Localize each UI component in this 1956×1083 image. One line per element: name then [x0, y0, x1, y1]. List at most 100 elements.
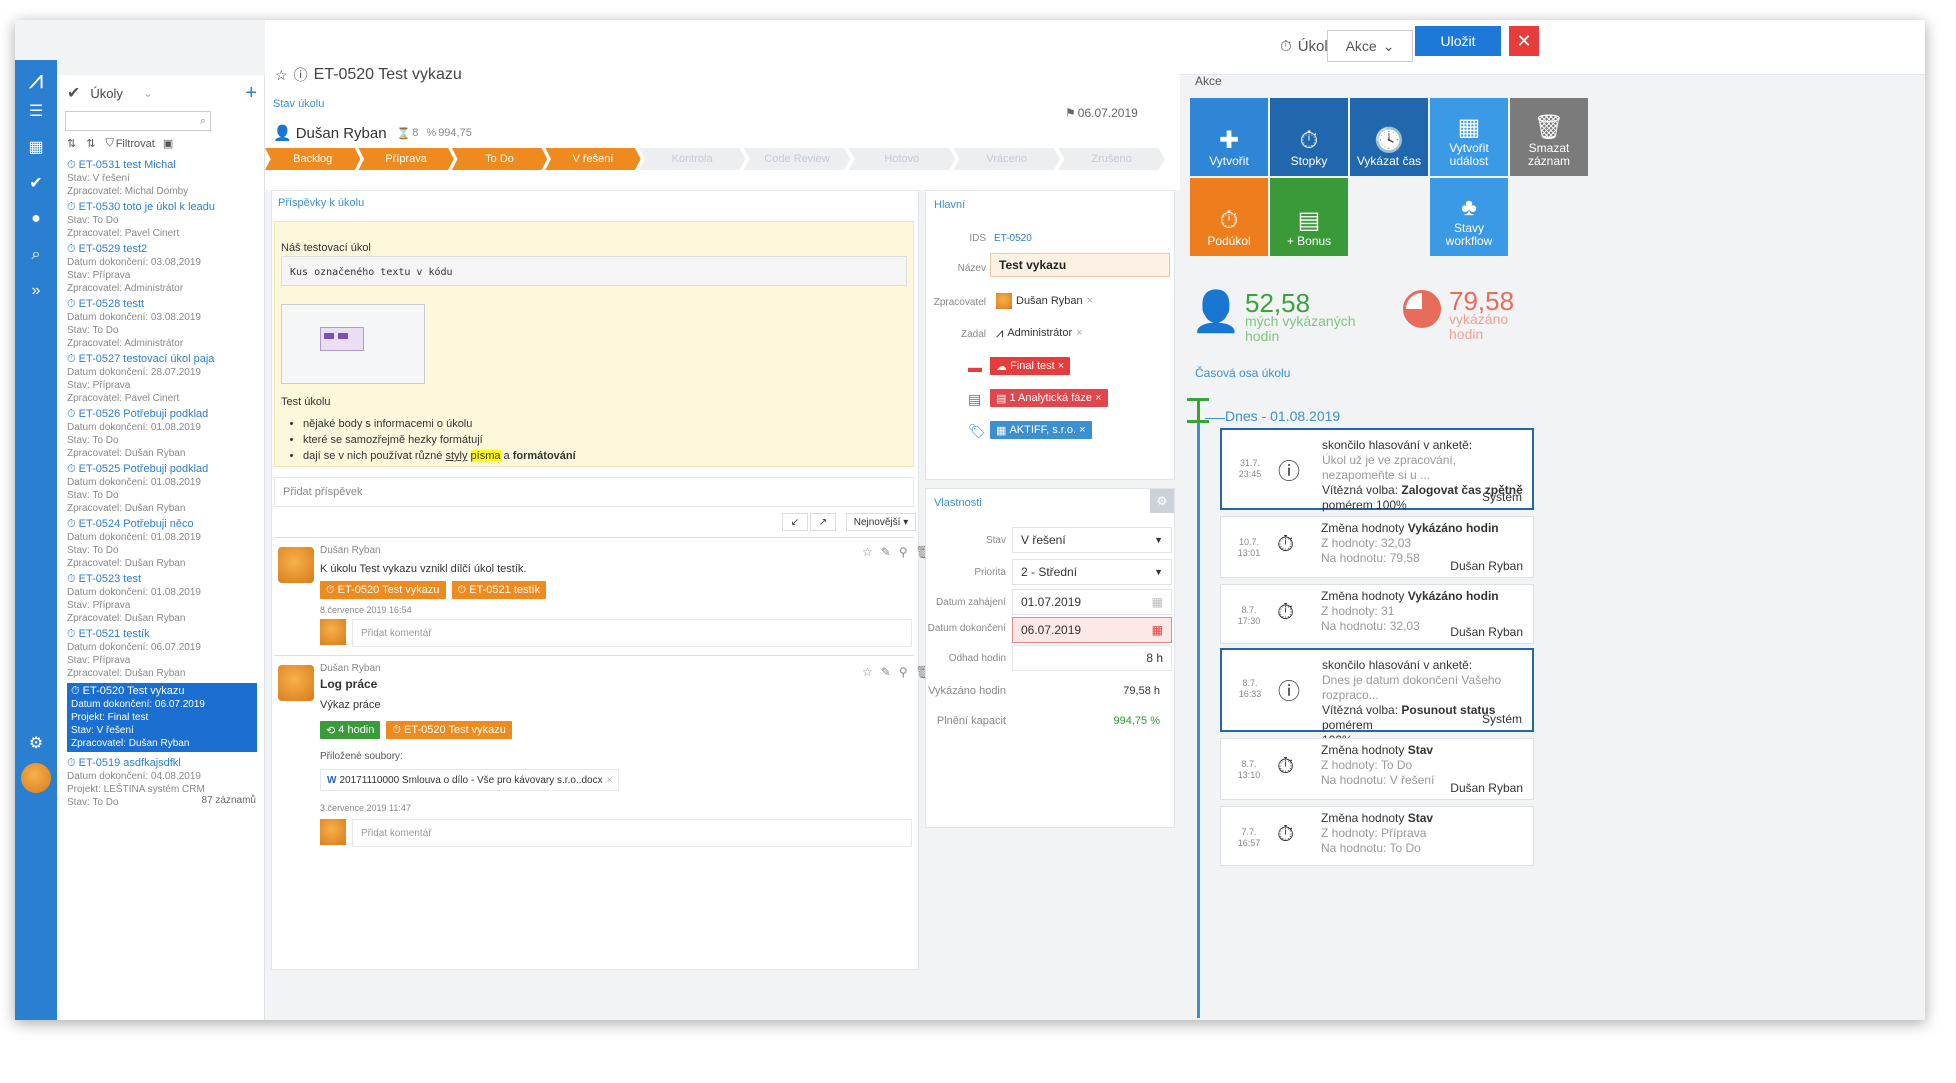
bonus-action[interactable]: ▤ + Bonus — [1270, 178, 1348, 256]
create-action[interactable]: ✚ Vytvořit — [1190, 98, 1268, 176]
status-select[interactable]: V řešení ▼ — [1012, 527, 1172, 553]
stage-2[interactable]: Příprava — [358, 148, 454, 170]
add-post-input[interactable]: Přidat příspěvek — [274, 477, 914, 507]
stage-1[interactable]: Backlog — [265, 148, 361, 170]
collapse-icon[interactable]: ↙ — [782, 513, 808, 531]
expand-more-icon[interactable]: » — [15, 273, 57, 309]
task-list-item[interactable]: ⏱ ET-0526 Potřebuji podklad Datum dokonče… — [67, 408, 257, 460]
estimate-input[interactable]: 8 h — [1012, 645, 1172, 671]
stage-3[interactable]: To Do — [451, 148, 548, 170]
task-list-item[interactable]: ⏱ ET-0520 Test vykazu Datum dokončení: 06… — [67, 683, 257, 752]
task-item-detail: Zpracovatel: Dušan Ryban — [67, 613, 186, 624]
sort-dropdown[interactable]: Nejnovější ▾ — [846, 513, 916, 531]
stage-8[interactable]: Vráceno — [953, 148, 1061, 170]
task-link-tag[interactable]: ⏱ ET-0520 Test vykazu — [386, 721, 512, 739]
task-link-tag[interactable]: ⏱ ET-0520 Test vykazu — [320, 581, 446, 599]
start-date-input[interactable]: 01.07.2019 ▦ — [1012, 589, 1172, 615]
stopwatch-action[interactable]: ⏱ Stopky — [1270, 98, 1348, 176]
stopwatch-icon: ⏱ — [1280, 38, 1292, 55]
name-input[interactable]: Test vykazu — [990, 253, 1170, 277]
company-tag[interactable]: ▦ AKTIFF, s.r.o. × — [990, 421, 1092, 439]
calendar-icon[interactable]: ▦ — [1152, 595, 1163, 609]
pin-icon[interactable]: ⚲ — [899, 665, 908, 679]
contacts-icon[interactable]: ● — [15, 201, 57, 237]
filter-button[interactable]: Filtrovat — [116, 138, 155, 150]
task-list-item[interactable]: ⏱ ET-0523 test Datum dokončení: 01.08.201… — [67, 573, 257, 625]
star-icon[interactable]: ☆ — [275, 67, 288, 84]
settings-icon[interactable]: ⚙ — [15, 725, 57, 761]
task-list-item[interactable]: ⏱ ET-0528 testt Datum dokončení: 03.08.20… — [67, 298, 257, 350]
priority-select[interactable]: 2 - Střední ▼ — [1012, 559, 1172, 585]
sort-asc-icon[interactable]: ⇅ — [67, 137, 76, 150]
task-item-detail: Datum dokončení: 01.08.2019 — [67, 532, 201, 543]
subtask-action[interactable]: ⏱ Podúkol — [1190, 178, 1268, 256]
stage-9[interactable]: Zrušeno — [1058, 148, 1165, 170]
task-link-tag[interactable]: ⏱ ET-0521 testík — [451, 581, 547, 599]
task-item-detail: Stav: V řešení — [71, 725, 134, 736]
close-button[interactable]: ✕ — [1509, 26, 1539, 56]
filter-icon[interactable]: ⛉ — [105, 137, 113, 150]
chevron-down-icon[interactable]: ⌄ — [143, 86, 153, 100]
calendar-icon[interactable]: ▦ — [15, 129, 57, 165]
save-button[interactable]: Uložit — [1415, 26, 1501, 56]
save-filter-icon[interactable]: ▣ — [163, 137, 173, 150]
sitemap-icon: ♣ — [1461, 194, 1477, 221]
create-event-action[interactable]: ▦ Vytvořit událost — [1430, 98, 1508, 176]
workflow-states-action[interactable]: ♣ Stavy workflow — [1430, 178, 1508, 256]
add-task-icon[interactable]: + — [245, 82, 257, 105]
hours-tag[interactable]: ⟲ 4 hodin — [320, 721, 381, 739]
author-label: Zadal — [960, 329, 986, 340]
task-list-item[interactable]: ⏱ ET-0525 Potřebuji podklad Datum dokonče… — [67, 463, 257, 515]
stage-4[interactable]: V řešení — [545, 148, 641, 170]
phase-tag[interactable]: ▤ 1 Analytická fáze × — [990, 389, 1108, 407]
nav-bar: ☰ ▦ ✔ ● ⌕ » ⚙ — [15, 75, 57, 1020]
gear-icon[interactable]: ⚙ — [1150, 489, 1174, 513]
tasks-check-icon[interactable]: ✔ — [15, 165, 57, 201]
task-list-item[interactable]: ⏱ ET-0527 testovací úkol paja Datum dokon… — [67, 353, 257, 405]
task-item-name: ⏱ ET-0526 Potřebuji podklad — [67, 408, 209, 420]
calendar-icon[interactable]: ▦ — [1152, 623, 1163, 637]
log-time-action[interactable]: 🕓 Vykázat čas — [1350, 98, 1428, 176]
stage-7[interactable]: Hotovo — [848, 148, 956, 170]
task-item-name: ⏱ ET-0530 toto je úkol k leadu — [67, 201, 216, 213]
remove-icon[interactable]: × — [1076, 327, 1082, 339]
task-list-item[interactable]: ⏱ ET-0531 test Michal Stav: V řešení Zprac… — [67, 159, 257, 198]
project-tag[interactable]: ☁ Final test × — [990, 357, 1071, 375]
task-list-item[interactable]: ⏱ ET-0521 testík Datum dokončení: 06.07.2… — [67, 628, 257, 680]
assignee-value[interactable]: Dušan Ryban — [1016, 295, 1083, 307]
task-list-item[interactable]: ⏱ ET-0530 toto je úkol k leadu Stav: To D… — [67, 201, 257, 240]
edit-icon[interactable]: ✎ — [881, 545, 891, 559]
delete-record-action[interactable]: 🗑 Smazat záznam — [1510, 98, 1588, 176]
comment-input[interactable]: Přidat komentář — [352, 819, 912, 847]
remove-icon[interactable]: × — [1087, 295, 1093, 307]
task-item-detail: Zpracovatel: Dušan Ryban — [71, 738, 190, 749]
task-item-detail: Zpracovatel: Dušan Ryban — [67, 448, 186, 459]
stage-6[interactable]: Code Review — [743, 148, 851, 170]
search-input[interactable]: ⌕ — [65, 111, 211, 131]
task-item-detail: Stav: Příprava — [67, 380, 131, 391]
star-icon[interactable]: ☆ — [862, 545, 873, 559]
remove-icon[interactable]: × — [607, 775, 613, 786]
info-icon[interactable]: ⓘ — [294, 65, 308, 85]
author-value[interactable]: Administrátor — [1007, 327, 1072, 339]
sort-desc-icon[interactable]: ⇅ — [86, 137, 95, 150]
actions-dropdown[interactable]: Akce ⌄ — [1327, 30, 1413, 62]
search-nav-icon[interactable]: ⌕ — [15, 237, 57, 273]
pin-icon[interactable]: ⚲ — [899, 545, 908, 559]
edit-icon[interactable]: ✎ — [881, 665, 891, 679]
star-icon[interactable]: ☆ — [862, 665, 873, 679]
user-avatar[interactable] — [21, 763, 51, 793]
expand-icon[interactable]: ↗ — [810, 513, 836, 531]
screenshot-thumbnail[interactable] — [281, 304, 425, 384]
task-list-item[interactable]: ⏱ ET-0529 test2 Datum dokončení: 03.08.20… — [67, 243, 257, 295]
end-date-input[interactable]: 06.07.2019 ▦ — [1012, 617, 1172, 643]
logo-icon[interactable]: ⩘ — [15, 60, 57, 100]
post-avatar — [278, 547, 314, 583]
task-list-item[interactable]: ⏱ ET-0524 Potřebuji něco Datum dokončení:… — [67, 518, 257, 570]
attachment-file[interactable]: W 20171110000 Smlouva o dílo - Vše pro ká… — [320, 769, 620, 791]
stage-5[interactable]: Kontrola — [638, 148, 746, 170]
bullet-item: dají se v nich používat různé styly písm… — [303, 448, 576, 464]
comment-avatar — [320, 819, 346, 845]
comment-input[interactable]: Přidat komentář — [352, 619, 912, 647]
stopwatch-icon: ⏱ — [1277, 531, 1295, 556]
